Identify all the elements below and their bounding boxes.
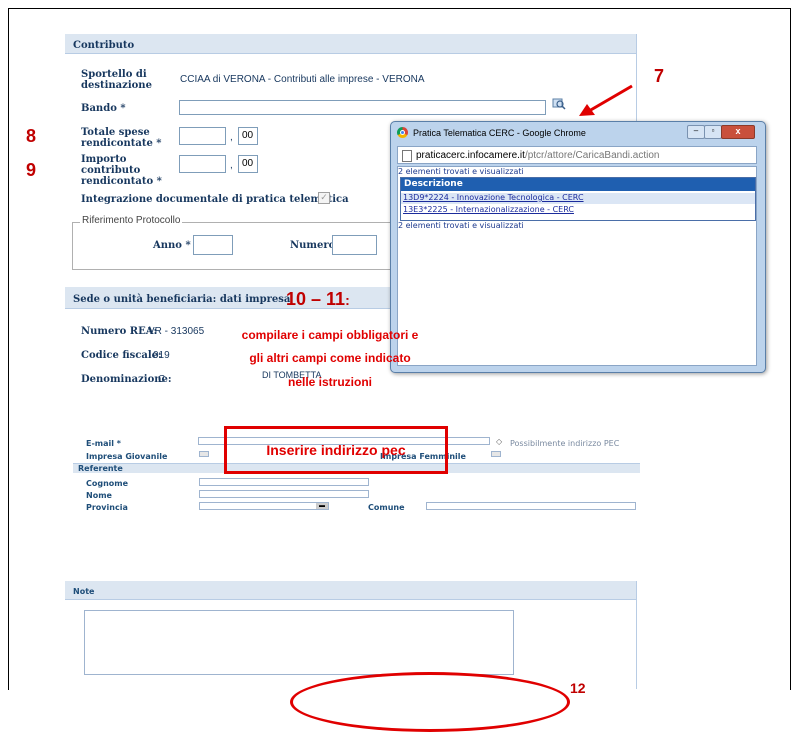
annotation-9: 9	[26, 160, 37, 180]
annotation-10-11-number: 10 – 11	[286, 289, 346, 309]
bando-input[interactable]	[179, 100, 546, 115]
results-table: Descrizione 13D9*2224 - Innovazione Tecn…	[400, 177, 756, 221]
nome-input[interactable]	[199, 490, 369, 498]
annotation-bottom-number: 12	[570, 680, 586, 696]
referente-title: Referente	[78, 464, 123, 473]
cf-value: 019	[153, 350, 170, 361]
minimize-button[interactable]: –	[687, 125, 705, 139]
comune-label: Comune	[368, 503, 405, 512]
impresa-giovanile-label: Impresa Giovanile	[86, 452, 168, 461]
importo-input[interactable]	[179, 155, 226, 173]
totale-comma: ,	[230, 132, 233, 143]
contributo-header: Contributo	[65, 34, 636, 54]
bando-label: Bando *	[81, 103, 126, 114]
integrazione-label: Integrazione documentale di pratica tele…	[81, 194, 349, 205]
importo-comma: ,	[230, 160, 233, 171]
annotation-7: 7	[654, 66, 665, 86]
sede-title: Sede o unità beneficiaria: dati impresa	[73, 294, 291, 305]
numero-input[interactable]	[332, 235, 377, 255]
integrazione-checkbox[interactable]: ✓	[318, 192, 330, 204]
rea-value: VR - 313065	[148, 326, 205, 337]
note-textarea[interactable]	[84, 610, 514, 675]
rea-label: Numero REA:	[81, 326, 158, 337]
importo-label: Importo contributo rendicontato *	[81, 154, 162, 187]
page-icon	[402, 150, 412, 162]
popup-title: Pratica Telematica CERC - Google Chrome	[413, 128, 586, 138]
instructions-line-2: gli altri campi come indicato	[249, 351, 411, 365]
cognome-input[interactable]	[199, 478, 369, 486]
comune-input[interactable]	[426, 502, 636, 510]
provincia-label: Provincia	[86, 503, 128, 512]
denominazione-value: C	[158, 374, 166, 385]
cognome-label: Cognome	[86, 479, 129, 488]
address-bar[interactable]: praticacerc.infocamere.it/ptcr/attore/Ca…	[397, 146, 757, 164]
importo-decimals-input[interactable]: 00	[238, 155, 258, 173]
note-header: Note	[65, 581, 636, 600]
bando-item-2[interactable]: 13E3*2225 - Internazionalizzazione - CER…	[401, 205, 755, 216]
found-top: 2 elementi trovati e visualizzati	[398, 167, 524, 176]
sportello-label: Sportello di destinazione	[81, 69, 152, 91]
red-arrow	[575, 84, 635, 118]
pec-annotation-text: Inserire indirizzo pec	[266, 442, 406, 458]
found-bottom: 2 elementi trovati e visualizzati	[398, 221, 524, 230]
annotation-8: 8	[26, 126, 37, 146]
impresa-other-select[interactable]	[491, 451, 501, 457]
provincia-dropdown-icon[interactable]: ▬	[316, 503, 328, 509]
bando-search-icon[interactable]	[552, 97, 566, 111]
cf-label: Codice fiscale:	[81, 350, 162, 361]
totale-label: Totale spese rendicontate *	[81, 127, 162, 149]
note-title: Note	[73, 587, 95, 596]
chrome-icon	[397, 127, 408, 138]
popup-titlebar: Pratica Telematica CERC - Google Chrome …	[391, 122, 765, 144]
bottom-red-ellipse	[290, 672, 570, 732]
contributo-title: Contributo	[73, 40, 135, 51]
impresa-giovanile-select[interactable]	[199, 451, 209, 457]
annotation-10-11: 10 – 11:	[286, 289, 350, 310]
instructions-line-3: nelle istruzioni	[287, 375, 372, 389]
maximize-button[interactable]: ▫	[704, 125, 722, 139]
annotation-10-11-colon: :	[345, 292, 350, 308]
email-hint: Possibilmente indirizzo PEC	[510, 439, 620, 448]
provincia-select[interactable]	[199, 502, 329, 510]
url-domain: praticacerc.infocamere.it	[416, 150, 525, 161]
anno-label: Anno *	[153, 240, 191, 251]
url-path: /ptcr/attore/CaricaBandi.action	[524, 150, 660, 161]
email-hint-icon: ◇	[496, 437, 503, 446]
instructions-line-1: compilare i campi obbligatori e	[241, 328, 419, 342]
anno-input[interactable]	[193, 235, 233, 255]
nome-label: Nome	[86, 491, 112, 500]
close-button[interactable]: x	[721, 125, 755, 139]
sportello-value: CCIAA di VERONA - Contributi alle impres…	[180, 74, 425, 85]
riferimento-legend: Riferimento Protocollo	[80, 215, 183, 226]
totale-input[interactable]	[179, 127, 226, 145]
column-header-descrizione[interactable]: Descrizione	[401, 178, 755, 191]
bando-item-1[interactable]: 13D9*2224 - Innovazione Tecnologica - CE…	[401, 193, 755, 204]
totale-decimals-input[interactable]: 00	[238, 127, 258, 145]
email-label: E-mail *	[86, 439, 121, 448]
